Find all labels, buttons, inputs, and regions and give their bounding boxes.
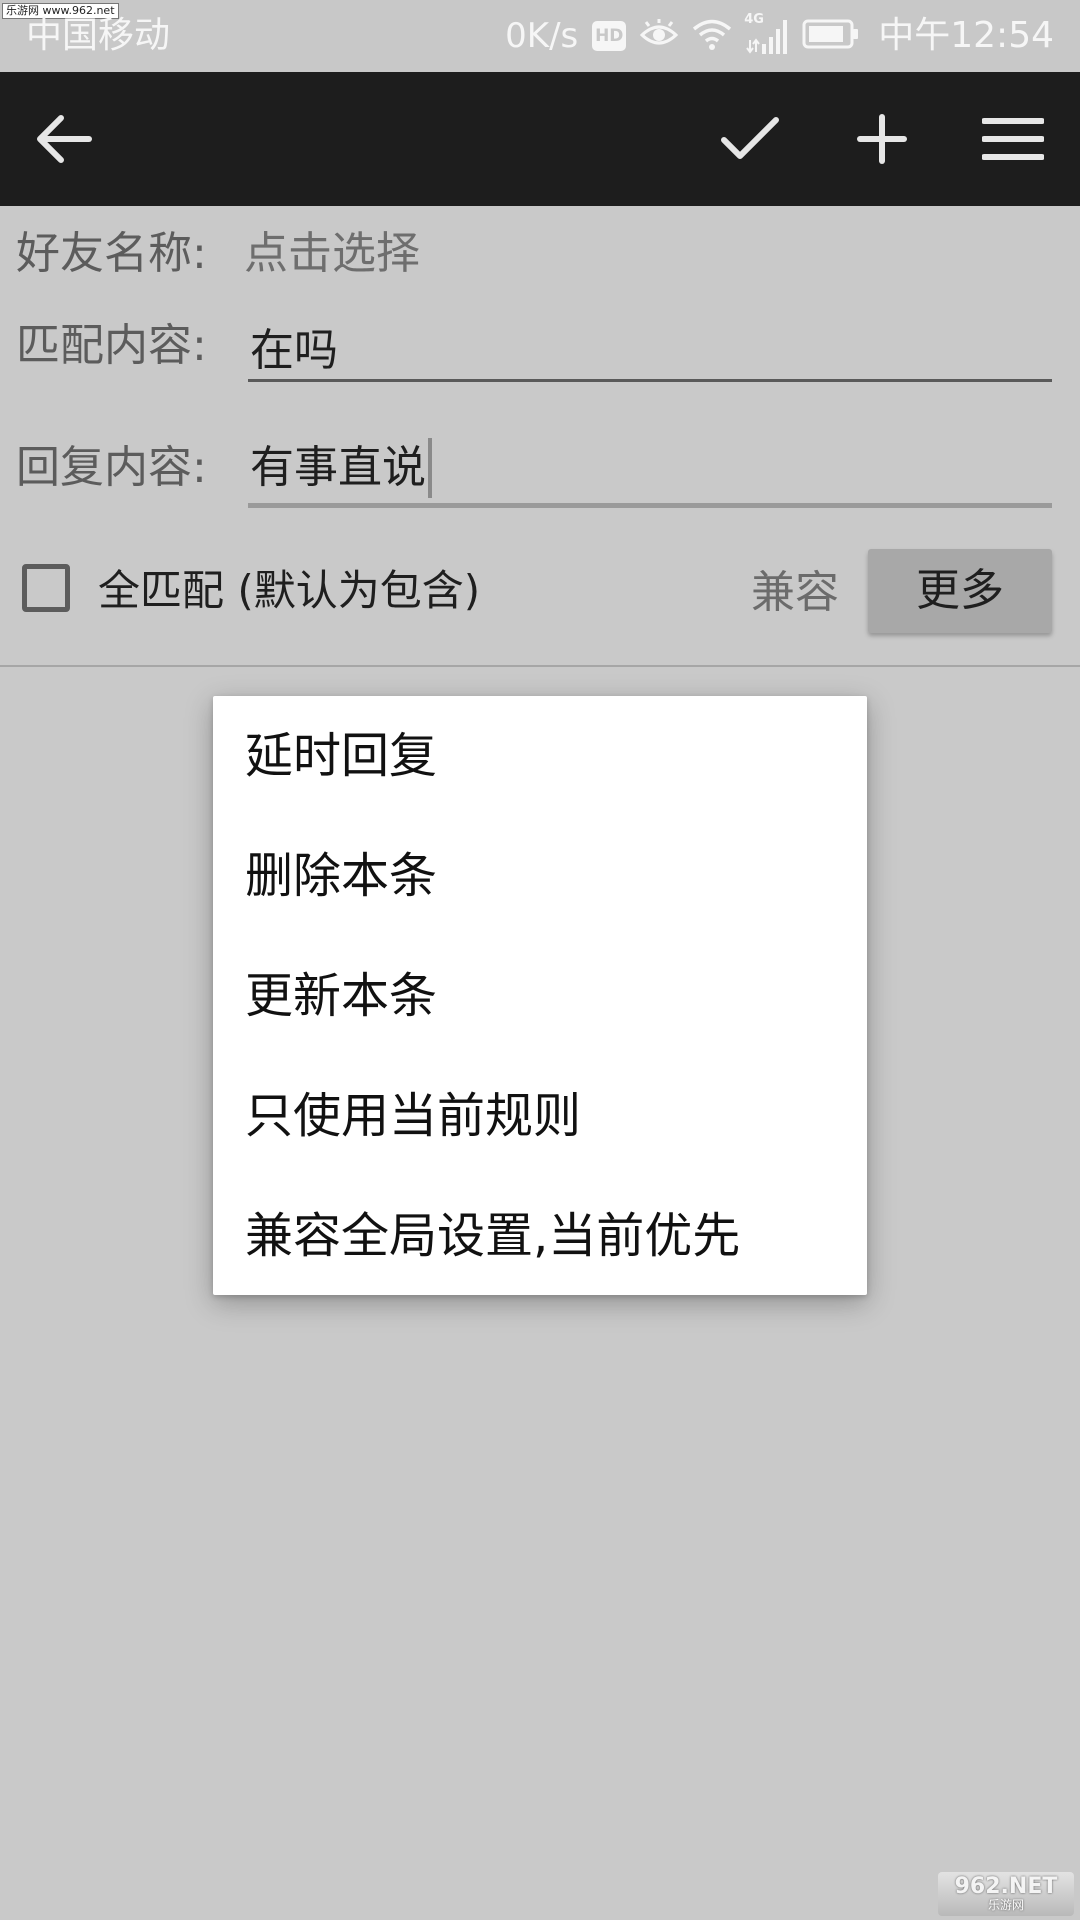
reply-input-underline bbox=[248, 503, 1052, 508]
hd-icon: HD bbox=[592, 21, 627, 51]
battery-icon bbox=[802, 19, 860, 53]
check-icon bbox=[721, 117, 779, 159]
back-arrow-icon bbox=[37, 115, 92, 163]
eye-icon bbox=[640, 19, 679, 53]
status-bar: 乐游网 www.962.net 中国移动 0K/s HD 4G 中午12:54 bbox=[0, 0, 1080, 72]
back-button[interactable] bbox=[10, 72, 120, 206]
full-match-label: 全匹配 (默认为包含) bbox=[98, 566, 481, 615]
wifi-icon bbox=[692, 18, 732, 54]
divider bbox=[0, 665, 1080, 667]
watermark-logo: 962.NET 乐游网 bbox=[938, 1872, 1074, 1916]
net-speed: 0K/s bbox=[505, 16, 579, 56]
status-indicators: 0K/s HD 4G 中午12:54 bbox=[505, 12, 1054, 58]
reply-content-input[interactable]: 有事直说 bbox=[248, 433, 1052, 503]
reply-content-label: 回复内容: bbox=[16, 442, 207, 493]
watermark-main-text: 962.NET bbox=[954, 1874, 1058, 1899]
confirm-button[interactable] bbox=[695, 72, 805, 206]
match-content-input[interactable] bbox=[248, 311, 1052, 381]
overflow-menu-button[interactable] bbox=[958, 72, 1068, 206]
menu-item-delete-entry[interactable]: 删除本条 bbox=[213, 816, 867, 936]
app-toolbar bbox=[0, 72, 1080, 206]
compat-button[interactable]: 兼容 bbox=[740, 558, 850, 628]
text-caret bbox=[428, 438, 432, 498]
menu-item-compat-global[interactable]: 兼容全局设置,当前优先 bbox=[213, 1176, 867, 1296]
add-button[interactable] bbox=[827, 72, 937, 206]
screen: 乐游网 www.962.net 中国移动 0K/s HD 4G 中午12:54 … bbox=[0, 0, 1080, 1920]
popup-menu: 延时回复 删除本条 更新本条 只使用当前规则 兼容全局设置,当前优先 bbox=[213, 696, 867, 1295]
full-match-checkbox[interactable] bbox=[22, 564, 70, 612]
menu-icon bbox=[982, 118, 1044, 160]
signal-icon: 4G bbox=[744, 12, 788, 54]
menu-item-use-current-rule-only[interactable]: 只使用当前规则 bbox=[213, 1056, 867, 1176]
network-type-label: 4G bbox=[744, 12, 764, 27]
menu-item-delay-reply[interactable]: 延时回复 bbox=[213, 696, 867, 816]
carrier-name: 中国移动 bbox=[26, 15, 171, 56]
friend-select-button[interactable]: 点击选择 bbox=[244, 226, 420, 282]
plus-icon bbox=[857, 114, 907, 164]
match-input-underline bbox=[248, 379, 1052, 382]
reply-content-text: 有事直说 bbox=[250, 442, 426, 493]
more-button[interactable]: 更多 bbox=[868, 549, 1052, 633]
match-content-label: 匹配内容: bbox=[16, 320, 207, 371]
watermark-sub-text: 乐游网 bbox=[987, 1898, 1024, 1912]
menu-item-update-entry[interactable]: 更新本条 bbox=[213, 936, 867, 1056]
friend-name-label: 好友名称: bbox=[16, 228, 207, 279]
clock: 中午12:54 bbox=[878, 15, 1054, 56]
